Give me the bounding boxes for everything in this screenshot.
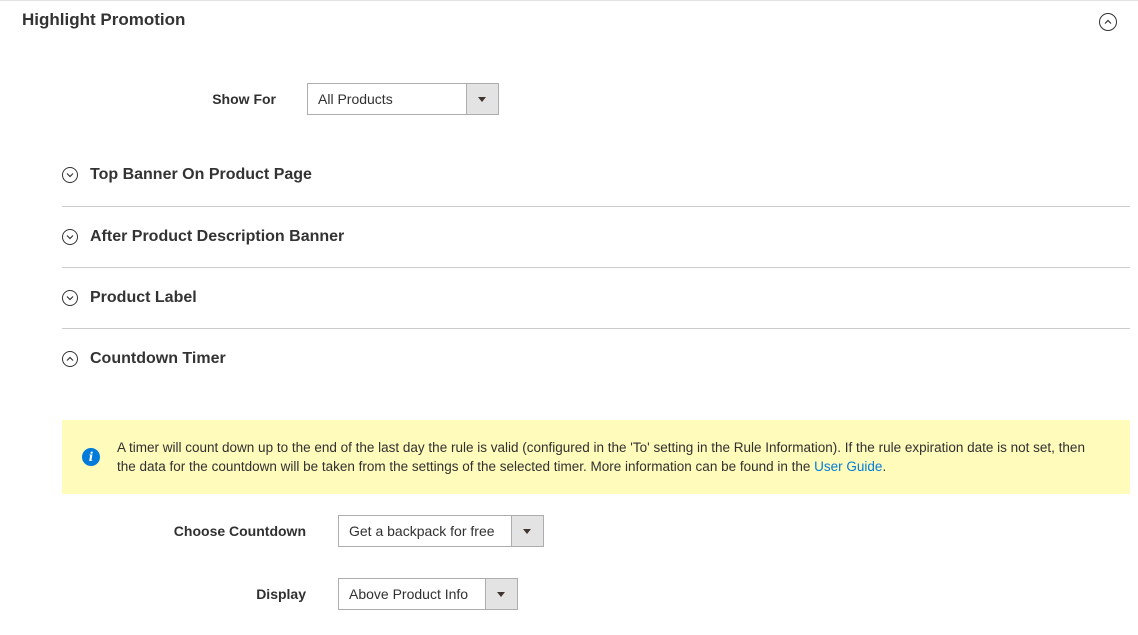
group-top-banner[interactable]: Top Banner On Product Page [62, 166, 1130, 227]
show-for-dropdown-button[interactable] [466, 84, 498, 114]
group-title: Top Banner On Product Page [90, 166, 312, 183]
user-guide-link[interactable]: User Guide [814, 459, 882, 474]
section-collapse-toggle[interactable] [1099, 13, 1117, 31]
group-title: Product Label [90, 289, 197, 306]
choose-countdown-select[interactable]: Get a backpack for free [338, 515, 544, 547]
chevron-down-circle-icon [62, 167, 78, 183]
caret-down-icon [523, 529, 531, 534]
chevron-down-circle-icon [62, 290, 78, 306]
show-for-label: Show For [212, 91, 276, 107]
caret-down-icon [497, 592, 505, 597]
group-title: After Product Description Banner [90, 228, 345, 245]
divider [62, 328, 1130, 329]
choose-countdown-value: Get a backpack for free [349, 523, 495, 539]
chevron-up-circle-icon [1099, 13, 1117, 31]
chevron-down-circle-icon [62, 229, 78, 245]
choose-countdown-label: Choose Countdown [173, 523, 306, 539]
group-title: Countdown Timer [90, 350, 226, 367]
group-after-description-banner[interactable]: After Product Description Banner [62, 228, 1130, 289]
display-dropdown-button[interactable] [485, 579, 517, 609]
group-countdown-timer[interactable]: Countdown Timer [62, 350, 1130, 411]
section-title[interactable]: Highlight Promotion [22, 10, 185, 30]
info-notice: i A timer will count down up to the end … [62, 420, 1130, 494]
display-select[interactable]: Above Product Info [338, 578, 518, 610]
info-icon: i [82, 448, 100, 466]
divider [62, 206, 1130, 207]
group-product-label[interactable]: Product Label [62, 289, 1130, 350]
caret-down-icon [478, 97, 486, 102]
display-value: Above Product Info [349, 586, 469, 602]
divider [62, 267, 1130, 268]
choose-countdown-dropdown-button[interactable] [511, 516, 543, 546]
top-border [0, 0, 1138, 1]
notice-body: A timer will count down up to the end of… [117, 440, 1085, 474]
chevron-up-circle-icon [62, 351, 78, 367]
show-for-value: All Products [318, 91, 393, 107]
show-for-select[interactable]: All Products [307, 83, 499, 115]
notice-text: A timer will count down up to the end of… [117, 438, 1107, 476]
notice-suffix: . [882, 459, 887, 474]
display-label: Display [256, 586, 306, 602]
